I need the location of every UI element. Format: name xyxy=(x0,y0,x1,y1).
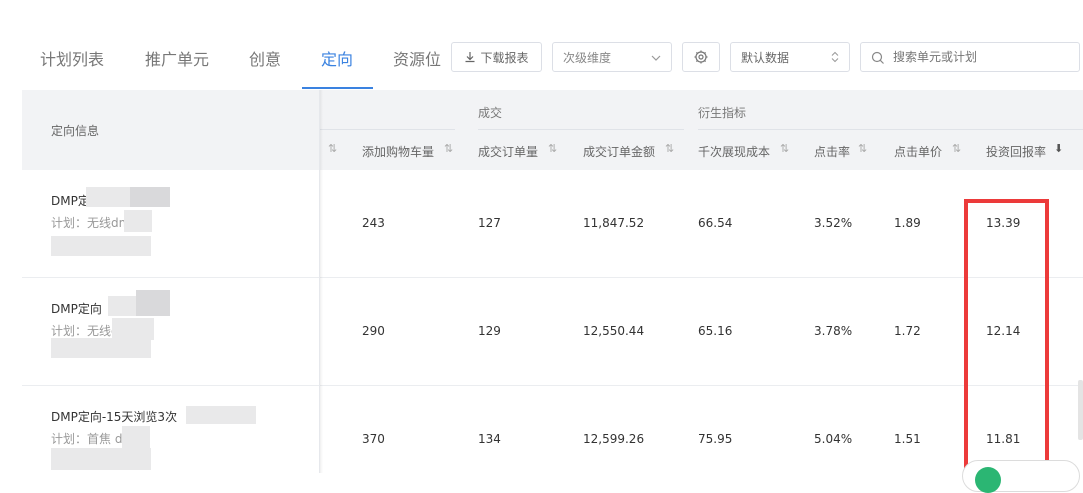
row-divider xyxy=(22,385,1083,386)
download-report-button[interactable]: 下载报表 xyxy=(451,42,542,72)
row-divider xyxy=(22,277,1083,278)
column-header-cpc[interactable]: 点击单价 xyxy=(894,143,942,160)
column-header-ctr[interactable]: 点击率 xyxy=(814,143,850,160)
group-divider-deal xyxy=(478,129,684,130)
blurred-content xyxy=(108,296,136,316)
group-deal-label: 成交 xyxy=(478,106,503,120)
targeting-name[interactable]: DMP定向 xyxy=(51,300,102,317)
sort-icon[interactable]: ⇅ xyxy=(780,142,789,155)
blurred-content xyxy=(51,338,151,358)
sort-icon[interactable]: ⇅ xyxy=(444,142,453,155)
cell-cpc: 1.51 xyxy=(894,432,921,446)
default-data-label: 默认数据 xyxy=(741,50,790,65)
blurred-content xyxy=(122,426,150,448)
blurred-content xyxy=(51,448,151,470)
blurred-content xyxy=(112,318,154,340)
tab-promotion-unit[interactable]: 推广单元 xyxy=(145,46,209,70)
targeting-info-header: 定向信息 xyxy=(51,124,100,138)
sort-updown-icon xyxy=(831,51,839,63)
group-derived-label: 衍生指标 xyxy=(698,106,747,120)
targeting-name[interactable]: DMP定 xyxy=(51,192,90,209)
fixed-column-shadow xyxy=(320,90,323,473)
targeting-name[interactable]: DMP定向-15天浏览3次 xyxy=(51,408,177,425)
column-header-cpm[interactable]: 千次展现成本 xyxy=(698,143,770,160)
cell-add-to-cart: 243 xyxy=(362,216,385,230)
chat-icon xyxy=(975,467,1001,493)
cell-ctr: 5.04% xyxy=(814,432,853,446)
vertical-scrollbar[interactable] xyxy=(1078,380,1083,440)
search-box[interactable] xyxy=(860,42,1080,72)
sort-icon[interactable]: ⇅ xyxy=(952,142,961,155)
cell-orders: 129 xyxy=(478,324,501,338)
blurred-content xyxy=(86,187,130,207)
cell-add-to-cart: 290 xyxy=(362,324,385,338)
cell-order-amount: 12,599.26 xyxy=(583,432,645,446)
blurred-content xyxy=(51,236,151,256)
cell-add-to-cart: 370 xyxy=(362,432,385,446)
column-settings-button[interactable] xyxy=(682,42,720,72)
roi-highlight-box xyxy=(964,199,1049,481)
column-header-add-to-cart[interactable]: 添加购物车量 xyxy=(362,143,434,160)
column-header-order-amount[interactable]: 成交订单金额 xyxy=(583,143,655,160)
sort-icon[interactable]: ⇅ xyxy=(548,142,557,155)
cell-orders: 127 xyxy=(478,216,501,230)
cell-orders: 134 xyxy=(478,432,501,446)
tab-plan-list[interactable]: 计划列表 xyxy=(40,46,104,70)
targeting-report-table: 定向信息 ⇅ 成交 衍生指标 添加购物车量 ⇅ 成交订单量 ⇅ 成交订单金额 ⇅… xyxy=(22,90,1083,473)
cell-order-amount: 11,847.52 xyxy=(583,216,645,230)
column-header-roi[interactable]: 投资回报率 xyxy=(986,143,1046,160)
tab-targeting[interactable]: 定向 xyxy=(321,46,353,70)
sort-icon[interactable]: ⇅ xyxy=(858,142,867,155)
chevron-down-icon xyxy=(651,55,661,61)
active-tab-indicator xyxy=(302,87,373,89)
blurred-content xyxy=(124,210,152,232)
blurred-content xyxy=(130,187,170,207)
cell-cpm: 66.54 xyxy=(698,216,733,230)
cell-cpc: 1.72 xyxy=(894,324,921,338)
secondary-dimension-select[interactable]: 次级维度 xyxy=(552,42,672,72)
download-report-label: 下载报表 xyxy=(480,50,529,65)
secondary-dimension-placeholder: 次级维度 xyxy=(563,50,612,65)
search-icon xyxy=(871,51,884,64)
download-icon xyxy=(465,52,475,63)
group-divider xyxy=(320,129,455,130)
gear-icon xyxy=(694,50,708,64)
cell-cpc: 1.89 xyxy=(894,216,921,230)
sort-icon[interactable]: ⇅ xyxy=(328,142,337,155)
floating-help-widget[interactable] xyxy=(962,460,1080,493)
cell-cpm: 65.16 xyxy=(698,324,733,338)
search-input[interactable] xyxy=(891,49,1070,65)
sort-descending-icon[interactable]: ⬇ xyxy=(1054,142,1063,155)
cell-cpm: 75.95 xyxy=(698,432,733,446)
cell-order-amount: 12,550.44 xyxy=(583,324,645,338)
group-divider-derived xyxy=(698,129,1083,130)
blurred-content xyxy=(186,406,256,424)
sort-icon[interactable]: ⇅ xyxy=(665,142,674,155)
default-data-select[interactable]: 默认数据 xyxy=(730,42,850,72)
cell-ctr: 3.52% xyxy=(814,216,853,230)
blurred-content xyxy=(136,290,170,316)
tab-resource-slot[interactable]: 资源位 xyxy=(393,46,441,70)
cell-ctr: 3.78% xyxy=(814,324,853,338)
column-header-orders[interactable]: 成交订单量 xyxy=(478,143,538,160)
tab-creative[interactable]: 创意 xyxy=(249,46,281,70)
